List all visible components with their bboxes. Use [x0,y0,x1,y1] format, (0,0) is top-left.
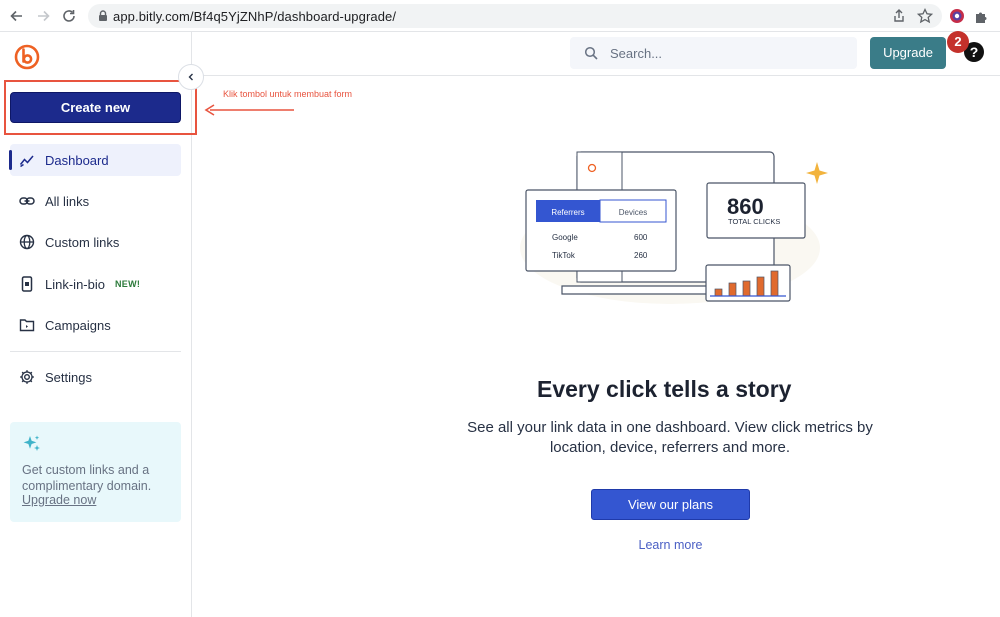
puzzle-extension-icon[interactable] [973,7,991,25]
total-clicks-label: TOTAL CLICKS [728,217,780,226]
folder-icon [19,319,35,332]
new-badge: NEW! [114,279,141,289]
sparkle-icon [806,162,828,184]
address-bar[interactable]: app.bitly.com/Bf4q5YjZNhP/dashboard-upgr… [88,4,942,28]
bookmark-star-icon[interactable] [916,7,934,25]
sidebar-item-label: Dashboard [45,152,109,168]
referrer-value: 600 [634,233,648,242]
active-indicator [9,150,12,170]
sidebar-item-label: All links [45,193,90,209]
upgrade-button[interactable]: Upgrade [870,37,946,69]
sidebar-item-dashboard[interactable]: Dashboard [9,144,181,176]
sidebar-divider [10,351,181,352]
url-text[interactable]: app.bitly.com/Bf4q5YjZNhP/dashboard-upgr… [113,9,396,24]
search-input[interactable] [610,44,840,62]
sidebar-item-settings[interactable]: Settings [10,361,181,393]
upgrade-now-link[interactable]: Upgrade now [22,493,96,507]
forward-icon[interactable] [34,7,52,25]
dashboard-illustration: Referrers Devices Google 600 TikTok 260 … [520,151,828,304]
sidebar-item-custom-links[interactable]: Custom links [10,226,181,258]
referrers-tab-label: Referrers [551,208,584,217]
sidebar-item-all-links[interactable]: All links [10,185,181,217]
referrer-value: 260 [634,251,648,260]
mini-bar [714,288,723,297]
sidebar-item-label: Custom links [45,234,120,250]
lock-icon[interactable] [96,9,110,23]
learn-more-link[interactable]: Learn more [591,538,750,552]
link-icon [19,197,35,205]
chart-trend-icon [19,155,34,168]
search-icon [584,46,598,60]
mini-bar [728,282,737,297]
annotation-text: Klik tombol untuk membuat form [223,89,353,99]
referrer-name: Google [552,233,578,242]
view-plans-button[interactable]: View our plans [591,489,750,520]
mini-bar [756,276,765,297]
top-header: Upgrade 2 ? [192,31,1000,76]
referrer-name: TikTok [552,251,576,260]
bitly-logo[interactable] [14,44,40,70]
share-icon[interactable] [890,7,908,25]
browser-toolbar: app.bitly.com/Bf4q5YjZNhP/dashboard-upgr… [0,0,1000,32]
search-box[interactable] [570,37,857,69]
create-new-button[interactable]: Create new [10,92,181,123]
devices-tab-label: Devices [619,208,647,217]
notification-badge[interactable]: 2 [947,31,969,53]
extension-avatar-icon[interactable] [948,7,966,25]
gear-icon [20,370,34,384]
mini-bar [770,270,779,297]
sidebar-item-label: Settings [45,369,92,385]
phone-icon [21,276,33,292]
empty-state-subtext: See all your link data in one dashboard.… [467,419,873,456]
upgrade-promo-card: Get custom links and a complimentary dom… [10,422,181,522]
sidebar-item-label: Link-in-bio [45,276,105,292]
globe-icon [19,234,35,250]
collapse-sidebar-button[interactable] [178,64,204,90]
reload-icon[interactable] [60,7,78,25]
promo-text: Get custom links and a complimentary dom… [22,463,152,493]
total-clicks-value: 860 [727,194,764,219]
sidebar-item-link-in-bio[interactable]: Link-in-bio NEW! [10,268,181,300]
back-icon[interactable] [8,7,26,25]
sidebar: Create new Dashboard All links Custom li… [0,32,192,617]
mini-bar [742,280,751,297]
sparkle-icon [23,435,40,451]
sidebar-item-campaigns[interactable]: Campaigns [10,309,181,341]
annotation-arrow-icon [204,104,294,116]
empty-state-headline: Every click tells a story [537,376,792,402]
sidebar-item-label: Campaigns [45,317,111,333]
chevron-left-icon [188,73,193,81]
